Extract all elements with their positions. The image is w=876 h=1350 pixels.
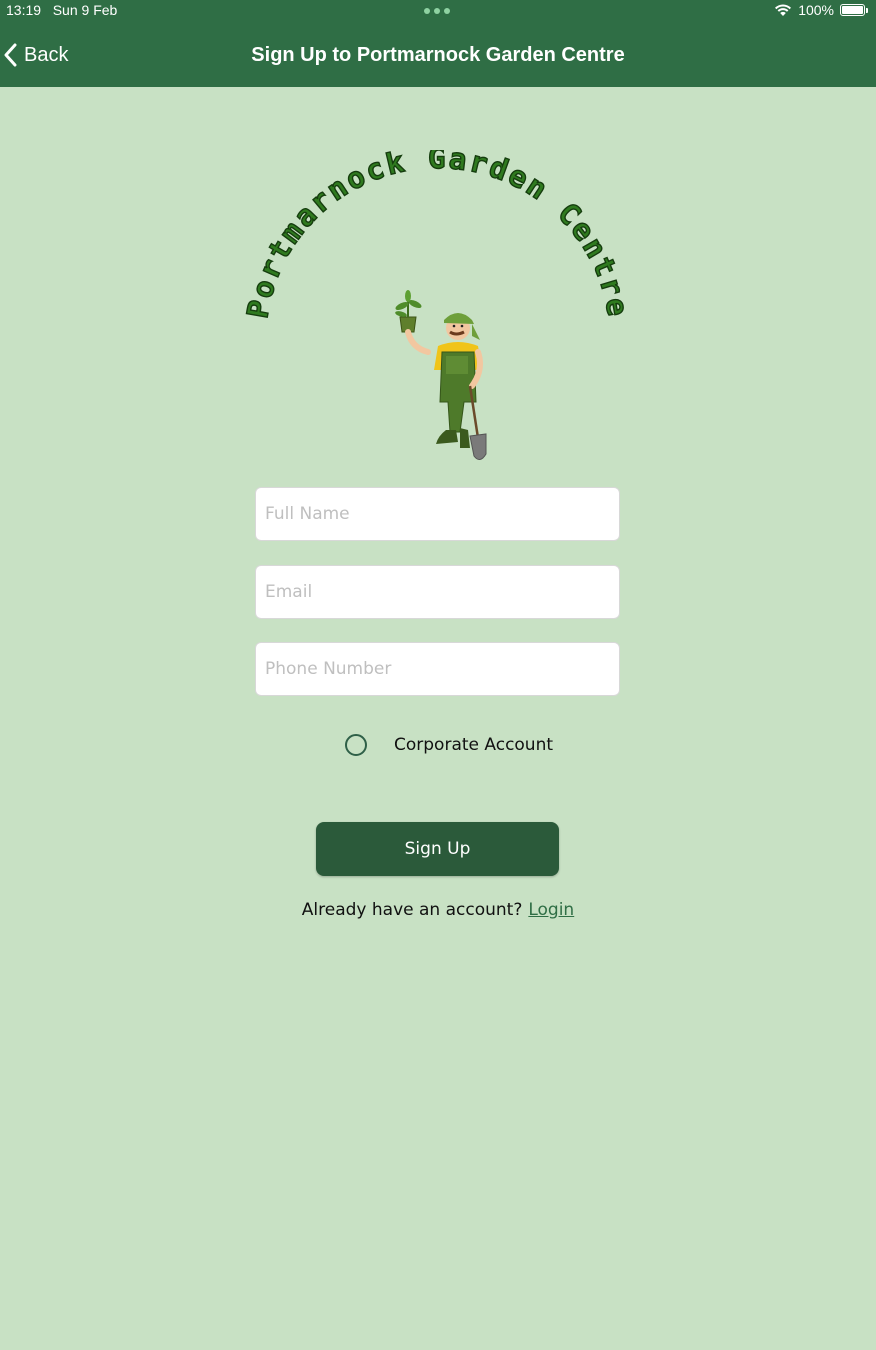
battery-percentage: 100% — [798, 2, 834, 18]
login-link[interactable]: Login — [528, 900, 574, 920]
navigation-bar: 13:19 Sun 9 Feb 100% Back Sign Up to Por… — [0, 0, 876, 87]
corporate-account-label: Corporate Account — [394, 735, 554, 755]
battery-icon — [840, 3, 870, 17]
login-prompt: Already have an account? Login — [0, 900, 876, 920]
status-date-text: Sun 9 Feb — [52, 2, 118, 18]
status-time-text: 13:19 — [6, 2, 42, 18]
status-bar-indicators: 100% — [774, 2, 870, 18]
page-title: Sign Up to Portmarnock Garden Centre — [251, 44, 625, 66]
full-name-input[interactable] — [255, 487, 620, 541]
wifi-icon — [775, 4, 792, 16]
sign-up-button[interactable]: Sign Up — [316, 822, 559, 876]
gardener-illustration — [395, 290, 487, 460]
login-prompt-text: Already have an account? — [301, 900, 523, 920]
phone-number-input[interactable] — [255, 642, 620, 696]
garden-centre-logo: Portmarnock Garden Centre — [238, 150, 638, 470]
multitasking-dots-icon[interactable] — [424, 8, 450, 14]
corporate-account-option[interactable]: Corporate Account — [345, 734, 553, 756]
corporate-account-radio[interactable] — [345, 734, 367, 756]
status-bar-time: 13:19 Sun 9 Feb — [6, 2, 117, 18]
email-input[interactable] — [255, 565, 620, 619]
